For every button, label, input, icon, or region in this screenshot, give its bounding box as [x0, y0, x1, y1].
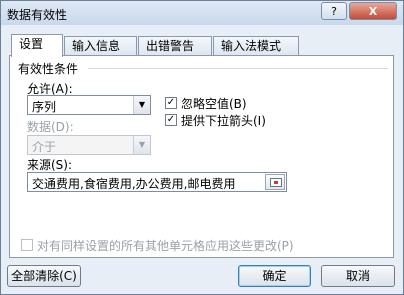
section-divider — [88, 68, 388, 69]
settings-panel: 有效性条件 允许(A): 序列 ▼ 数据(D): 介于 ▼ ✓ 忽略空值(B) … — [9, 55, 394, 258]
close-button[interactable]: X — [349, 2, 397, 20]
clear-all-button[interactable]: 全部清除(C) — [7, 265, 81, 287]
tab-settings[interactable]: 设置 — [11, 34, 63, 57]
source-input[interactable]: 交通费用,食宿费用,办公费用,邮电费用 — [27, 172, 287, 192]
ignore-blank-label[interactable]: 忽略空值(B) — [181, 95, 247, 112]
data-label: 数据(D): — [27, 120, 74, 134]
apply-all-label: 对有同样设置的所有其他单元格应用这些更改(P) — [37, 239, 294, 253]
ok-button[interactable]: 确定 — [238, 265, 311, 287]
allow-value: 序列 — [32, 100, 57, 114]
help-button[interactable]: ? — [321, 2, 347, 20]
allow-dropdown[interactable]: 序列 ▼ — [27, 95, 151, 115]
section-title: 有效性条件 — [18, 62, 79, 76]
dropdown-arrow-label[interactable]: 提供下拉箭头(I) — [181, 112, 266, 129]
window-title: 数据有效性 — [7, 8, 68, 22]
source-value: 交通费用,食宿费用,办公费用,邮电费用 — [32, 177, 236, 191]
chevron-down-icon: ▼ — [133, 136, 150, 154]
ignore-blank-checkbox[interactable]: ✓ — [165, 97, 177, 109]
title-bar: 数据有效性 ? X — [1, 1, 403, 25]
tab-ime-mode[interactable]: 输入法模式 — [213, 36, 299, 56]
apply-all-checkbox — [21, 239, 33, 251]
data-dropdown: 介于 ▼ — [27, 135, 151, 155]
data-value: 介于 — [32, 140, 57, 154]
source-label: 来源(S): — [27, 158, 73, 172]
cancel-button[interactable]: 取消 — [321, 265, 395, 287]
range-selector-icon[interactable] — [265, 174, 285, 190]
data-validation-dialog: 数据有效性 ? X 设置 输入信息 出错警告 输入法模式 有效性条件 允许(A)… — [0, 0, 404, 295]
chevron-down-icon[interactable]: ▼ — [133, 96, 150, 114]
tab-error-alert[interactable]: 出错警告 — [138, 36, 212, 56]
tab-input-message[interactable]: 输入信息 — [64, 36, 137, 56]
dropdown-arrow-checkbox[interactable]: ✓ — [165, 114, 177, 126]
